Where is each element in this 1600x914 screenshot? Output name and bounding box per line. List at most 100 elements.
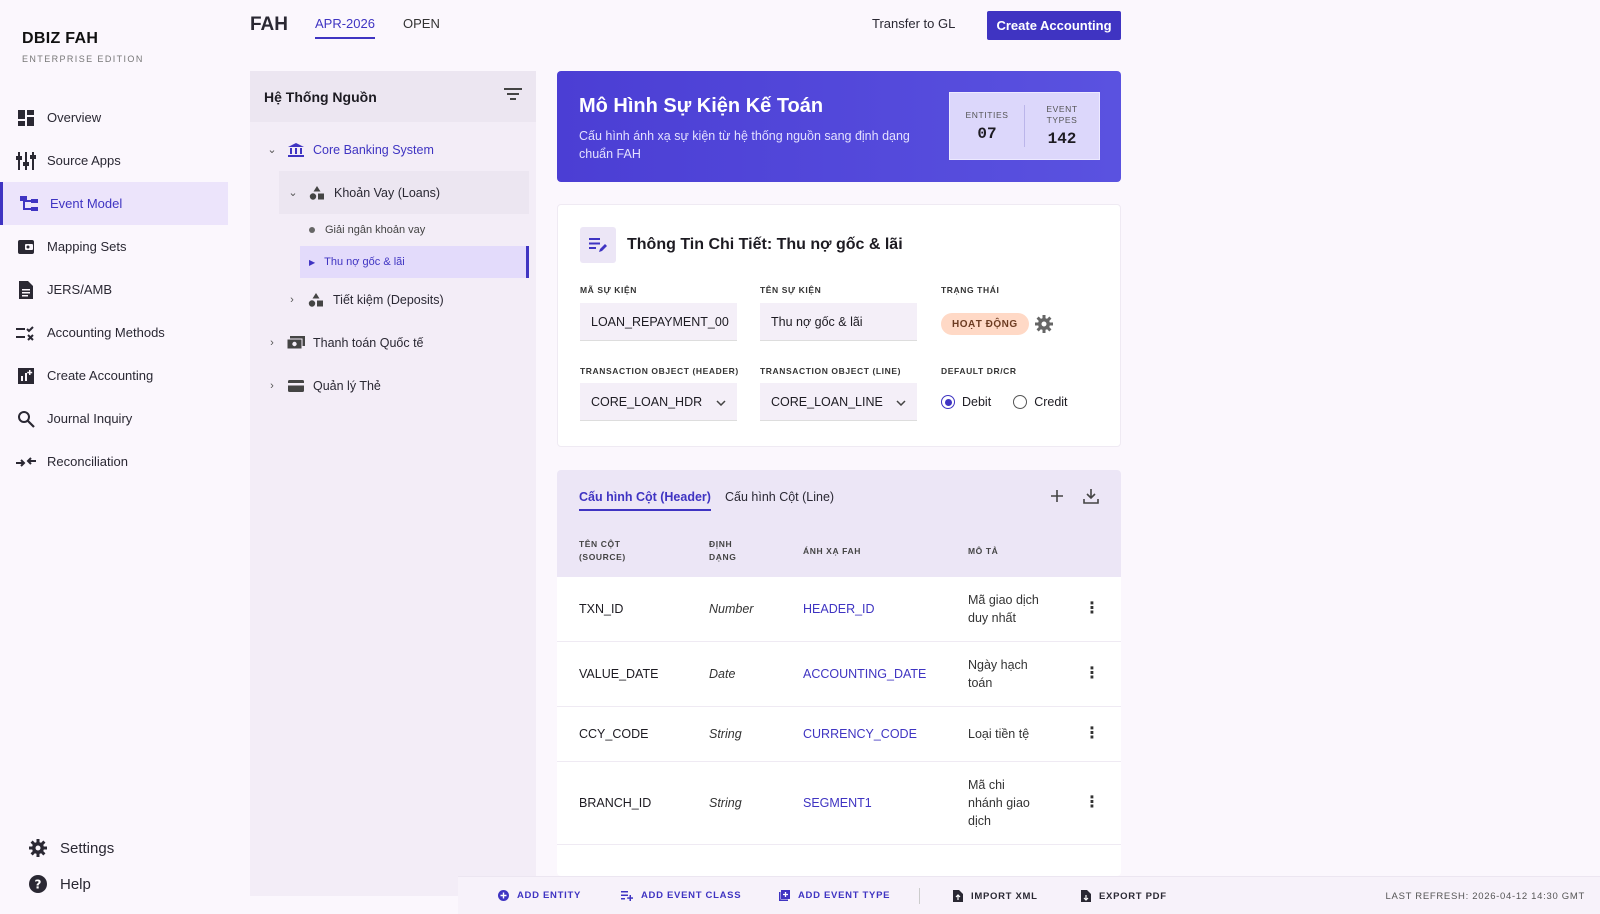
credit-radio[interactable]: [1013, 395, 1028, 409]
tree-node-deposits[interactable]: › Tiết kiệm (Deposits): [250, 278, 536, 321]
stat-value: 142: [1047, 130, 1077, 148]
svg-text:?: ?: [35, 878, 42, 892]
tree-node-card-management[interactable]: › Quản lý Thẻ: [250, 364, 536, 407]
sidebar-item-create-accounting[interactable]: Create Accounting: [0, 354, 228, 397]
export-pdf-button[interactable]: EXPORT PDF: [1081, 890, 1167, 902]
sidebar-item-jers-amb[interactable]: JERS/AMB: [0, 268, 228, 311]
cell-description: Mã chi nhánh giao dịch: [968, 778, 1030, 828]
brand: DBIZ FAH ENTERPRISE EDITION: [22, 30, 144, 64]
filter-icon[interactable]: [504, 87, 522, 106]
txn-header-select[interactable]: CORE_LOAN_HDR: [580, 383, 737, 421]
event-code-field[interactable]: LOAN_REPAYMENT_00: [580, 303, 737, 341]
table-row[interactable]: TXN_ID Number HEADER_ID Mã giao dịch duy…: [557, 577, 1121, 642]
source-system-tree-panel: Hệ Thống Nguồn ⌄ Core Banking System ⌄ K…: [250, 71, 536, 896]
add-event-type-button[interactable]: ADD EVENT TYPE: [779, 890, 890, 901]
settings-label: Settings: [60, 839, 115, 857]
chevron-right-icon[interactable]: ›: [265, 337, 279, 349]
col-header-format: ĐỊNH DẠNG: [709, 539, 737, 562]
transfer-to-gl-button[interactable]: Transfer to GL: [872, 16, 955, 31]
sidebar-item-label: JERS/AMB: [47, 282, 113, 297]
more-vert-icon[interactable]: ⋮: [1084, 795, 1100, 811]
detail-title: Thông Tin Chi Tiết: Thu nợ gốc & lãi: [627, 236, 903, 253]
edit-note-icon: [580, 227, 616, 263]
cell-format: Number: [709, 602, 754, 616]
cell-description: Loại tiền tệ: [968, 727, 1030, 741]
stat-value: 07: [977, 124, 997, 143]
add-entity-button[interactable]: ADD ENTITY: [498, 890, 581, 901]
bank-icon: [287, 142, 305, 158]
chevron-right-icon[interactable]: ›: [265, 380, 279, 392]
cell-format: Date: [709, 667, 736, 681]
tab-status[interactable]: OPEN: [403, 16, 440, 31]
hero-title: Mô Hình Sự Kiện Kế Toán: [579, 95, 824, 117]
sidebar-item-source-apps[interactable]: Source Apps: [0, 139, 228, 182]
tree-node-loans[interactable]: ⌄ Khoản Vay (Loans): [279, 171, 529, 214]
tree-node-core-banking[interactable]: ⌄ Core Banking System: [250, 128, 536, 171]
more-vert-icon[interactable]: ⋮: [1084, 726, 1100, 742]
chevron-down-icon[interactable]: ⌄: [286, 186, 300, 199]
search-icon: [16, 409, 36, 429]
settings-link[interactable]: Settings: [28, 830, 114, 866]
sidebar-item-label: Overview: [47, 110, 102, 125]
import-xml-button[interactable]: IMPORT XML: [953, 890, 1038, 902]
brand-title: DBIZ FAH: [22, 30, 99, 47]
chevron-down-icon: [896, 395, 906, 409]
gear-icon[interactable]: [1034, 314, 1054, 339]
bullet-icon: [309, 227, 315, 233]
tree-leaf-disbursement[interactable]: Giải ngân khoản vay: [250, 214, 536, 246]
more-vert-icon[interactable]: ⋮: [1084, 601, 1100, 617]
shapes-icon: [307, 292, 325, 308]
chart-add-icon: [16, 366, 36, 386]
tab-header-columns[interactable]: Cấu hình Cột (Header): [579, 490, 711, 511]
sidebar-item-label: Accounting Methods: [47, 325, 165, 340]
create-accounting-button[interactable]: Create Accounting: [987, 11, 1121, 40]
cell-source: TXN_ID: [579, 602, 624, 616]
credit-label: Credit: [1034, 395, 1068, 409]
sidebar-item-overview[interactable]: Overview: [0, 96, 228, 139]
table-row[interactable]: VALUE_DATE Date ACCOUNTING_DATE Ngày hạc…: [557, 642, 1121, 707]
play-arrow-icon: ▶: [309, 257, 316, 267]
event-code-label: MÃ SỰ KIỆN: [580, 285, 637, 295]
tree-node-international-payments[interactable]: › Thanh toán Quốc tế: [250, 321, 536, 364]
download-icon[interactable]: [1083, 488, 1099, 509]
cell-format: String: [709, 796, 742, 810]
sidebar-item-accounting-methods[interactable]: Accounting Methods: [0, 311, 228, 354]
tab-period[interactable]: APR-2026: [315, 16, 375, 39]
cell-source: CCY_CODE: [579, 727, 649, 741]
add-icon[interactable]: [1049, 488, 1065, 509]
chevron-right-icon[interactable]: ›: [285, 294, 299, 306]
add-event-class-button[interactable]: ADD EVENT CLASS: [621, 890, 741, 901]
txn-line-select[interactable]: CORE_LOAN_LINE: [760, 383, 917, 421]
chevron-down-icon[interactable]: ⌄: [265, 143, 279, 156]
sidebar-item-label: Source Apps: [47, 153, 121, 168]
tree-node-label: Khoản Vay (Loans): [334, 185, 441, 200]
sidebar-item-mapping-sets[interactable]: Mapping Sets: [0, 225, 228, 268]
sidebar-item-reconciliation[interactable]: Reconciliation: [0, 440, 228, 483]
sidebar-item-event-model[interactable]: Event Model: [0, 182, 228, 225]
currency-exchange-icon: [287, 335, 305, 351]
debit-radio[interactable]: [941, 395, 955, 409]
tree-leaf-repayment[interactable]: ▶ Thu nợ gốc & lãi: [300, 246, 529, 278]
sidebar-item-journal-inquiry[interactable]: Journal Inquiry: [0, 397, 228, 440]
cell-map: CURRENCY_CODE: [803, 727, 917, 741]
action-label: IMPORT XML: [971, 890, 1038, 902]
event-name-field[interactable]: Thu nợ gốc & lãi: [760, 303, 917, 341]
sidebar-item-label: Mapping Sets: [47, 239, 127, 254]
divider: [919, 888, 920, 904]
last-refresh: LAST REFRESH: 2026-04-12 14:30 GMT: [1385, 891, 1585, 902]
table-row[interactable]: CCY_CODE String CURRENCY_CODE Loại tiền …: [557, 707, 1121, 762]
help-link[interactable]: ? Help: [28, 866, 114, 902]
sidebar-bottom: Settings ? Help: [28, 830, 114, 902]
tab-line-columns[interactable]: Cấu hình Cột (Line): [725, 490, 834, 509]
sliders-icon: [16, 151, 36, 171]
stat-event-types: EVENT TYPES 142: [1025, 93, 1099, 159]
txn-line-value: CORE_LOAN_LINE: [771, 394, 883, 409]
table-row[interactable]: BRANCH_ID String SEGMENT1 Mã chi nhánh g…: [557, 762, 1121, 845]
file-upload-icon: [953, 890, 963, 902]
document-icon: [16, 280, 36, 300]
status-label: TRẠNG THÁI: [941, 285, 1000, 295]
more-vert-icon[interactable]: ⋮: [1084, 666, 1100, 682]
cell-map: ACCOUNTING_DATE: [803, 667, 927, 681]
event-name-label: TÊN SỰ KIỆN: [760, 285, 822, 295]
cell-format: String: [709, 727, 742, 741]
